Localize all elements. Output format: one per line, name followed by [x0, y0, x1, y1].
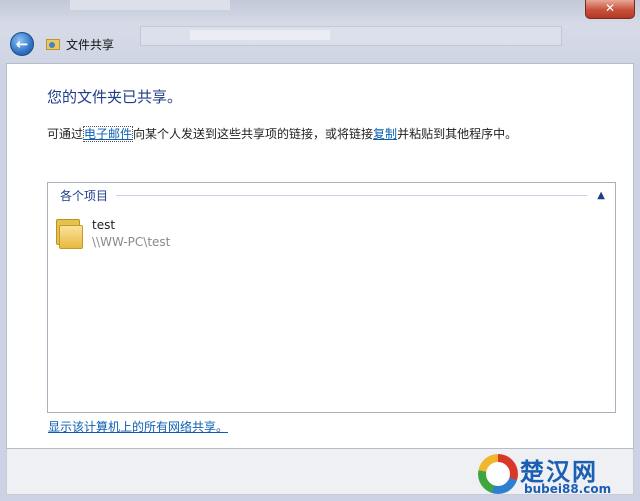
- description-prefix: 可通过: [47, 127, 84, 141]
- back-button[interactable]: ←: [10, 32, 34, 56]
- description-middle: 向某个人发送到这些共享项的链接，或将链接: [133, 127, 374, 141]
- description-suffix: 并粘贴到其他程序中。: [397, 127, 518, 141]
- show-all-shares-link[interactable]: 显示该计算机上的所有网络共享。: [48, 418, 228, 435]
- close-button[interactable]: ✕: [585, 0, 635, 19]
- shared-items-list: 各个项目 ▲ test \\WW-PC\test: [47, 182, 616, 413]
- watermark-subtitle: bubei88.com: [524, 482, 612, 496]
- share-description: 可通过电子邮件向某个人发送到这些共享项的链接，或将链接复制并粘贴到其他程序中。: [47, 125, 517, 142]
- title-bar: ← 文件共享: [0, 26, 640, 62]
- watermark-logo-icon: [478, 454, 518, 494]
- back-arrow-icon: ←: [15, 35, 29, 53]
- window-title: 文件共享: [66, 37, 115, 52]
- background-blur: [70, 0, 230, 10]
- copy-link[interactable]: 复制: [373, 127, 397, 141]
- group-header[interactable]: 各个项目 ▲: [60, 187, 605, 203]
- email-link[interactable]: 电子邮件: [83, 126, 134, 142]
- chevron-up-icon[interactable]: ▲: [597, 190, 605, 201]
- file-sharing-icon: [46, 37, 60, 51]
- item-name: test: [92, 218, 116, 232]
- page-title: 您的文件夹已共享。: [47, 88, 183, 106]
- folder-icon: [56, 219, 84, 249]
- dialog-content: 您的文件夹已共享。 可通过电子邮件向某个人发送到这些共享项的链接，或将链接复制并…: [6, 63, 634, 449]
- watermark: 楚汉网 bubei88.com: [478, 452, 638, 498]
- divider: [116, 194, 588, 196]
- group-label: 各个项目: [60, 188, 109, 203]
- item-path: \\WW-PC\test: [92, 235, 171, 249]
- list-item[interactable]: test \\WW-PC\test: [56, 217, 170, 250]
